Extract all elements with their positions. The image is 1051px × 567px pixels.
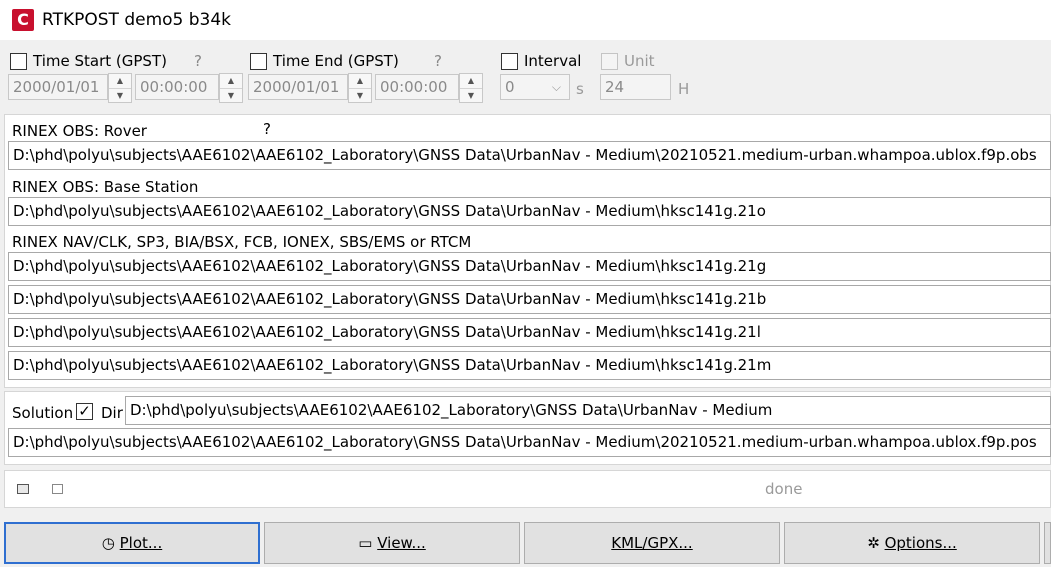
checkmark-icon: ✓ (78, 402, 91, 420)
interval-label: Interval (524, 52, 582, 70)
title-bar: C RTKPOST demo5 b34k (0, 0, 1051, 40)
spin-up-icon[interactable]: ▲ (109, 74, 131, 89)
interval-unit: s (576, 80, 584, 98)
rover-help[interactable]: ? (263, 119, 271, 139)
spin-up-icon[interactable]: ▲ (349, 74, 371, 89)
time-start-checkbox[interactable] (10, 53, 27, 70)
unit-checkbox[interactable] (601, 53, 618, 70)
plot-button[interactable]: ◷ Plot... (4, 522, 260, 564)
nav-path-field-3[interactable]: D:\phd\polyu\subjects\AAE6102\AAE6102_La… (8, 318, 1051, 347)
solution-label: Solution (12, 404, 74, 422)
rover-path-field[interactable]: D:\phd\polyu\subjects\AAE6102\AAE6102_La… (8, 141, 1051, 170)
kml-gpx-button-label: KML/GPX... (611, 534, 693, 552)
plot-button-label: Plot... (119, 534, 163, 552)
plot-icon: ◷ (101, 534, 115, 552)
time-start-help[interactable]: ? (194, 51, 202, 71)
nav-label: RINEX NAV/CLK, SP3, BIA/BSX, FCB, IONEX,… (12, 233, 472, 251)
nav-path-field-2[interactable]: D:\phd\polyu\subjects\AAE6102\AAE6102_La… (8, 285, 1051, 314)
spin-down-icon[interactable]: ▼ (460, 89, 482, 103)
time-start-time-spinner[interactable]: ▲ ▼ (219, 73, 243, 103)
rover-label: RINEX OBS: Rover (12, 122, 147, 140)
abort-icon[interactable] (52, 484, 63, 494)
solution-dir-field[interactable]: D:\phd\polyu\subjects\AAE6102\AAE6102_La… (125, 396, 1051, 425)
interval-checkbox[interactable] (501, 53, 518, 70)
status-message: done (765, 480, 803, 498)
time-start-date-field[interactable]: 2000/01/01 (8, 74, 108, 100)
time-start-label: Time Start (GPST) (33, 52, 167, 70)
time-end-time-spinner[interactable]: ▲ ▼ (459, 73, 483, 103)
unit-field[interactable]: 24 (600, 74, 671, 100)
nav-path-field-4[interactable]: D:\phd\polyu\subjects\AAE6102\AAE6102_La… (8, 351, 1051, 380)
app-icon: C (12, 9, 34, 31)
kml-gpx-button[interactable]: KML/GPX... (524, 522, 780, 564)
nav-path-field-1[interactable]: D:\phd\polyu\subjects\AAE6102\AAE6102_La… (8, 252, 1051, 281)
base-label: RINEX OBS: Base Station (12, 178, 199, 196)
spin-down-icon[interactable]: ▼ (220, 89, 242, 103)
base-path-field[interactable]: D:\phd\polyu\subjects\AAE6102\AAE6102_La… (8, 197, 1051, 226)
time-start-time-field[interactable]: 00:00:00 (135, 74, 219, 100)
time-end-checkbox[interactable] (250, 53, 267, 70)
unit-label: Unit (624, 52, 655, 70)
view-button-label: View... (377, 534, 426, 552)
dir-checkbox[interactable]: ✓ (76, 403, 93, 420)
status-panel (4, 470, 1051, 508)
unit-suffix: H (678, 80, 690, 98)
execute-button-partial[interactable] (1044, 522, 1051, 564)
view-button[interactable]: ▭ View... (264, 522, 520, 564)
solution-output-field[interactable]: D:\phd\polyu\subjects\AAE6102\AAE6102_La… (8, 428, 1051, 457)
time-start-date-spinner[interactable]: ▲ ▼ (108, 73, 132, 103)
message-icon[interactable] (17, 484, 29, 494)
spin-up-icon[interactable]: ▲ (220, 74, 242, 89)
spin-down-icon[interactable]: ▼ (349, 89, 371, 103)
options-button-label: Options... (884, 534, 957, 552)
time-end-time-field[interactable]: 00:00:00 (375, 74, 459, 100)
dir-label: Dir (101, 404, 123, 422)
interval-select[interactable]: 0 ⌵ (500, 74, 570, 100)
spin-up-icon[interactable]: ▲ (460, 74, 482, 89)
spin-down-icon[interactable]: ▼ (109, 89, 131, 103)
interval-value: 0 (505, 78, 515, 96)
view-icon: ▭ (358, 534, 373, 552)
time-end-date-spinner[interactable]: ▲ ▼ (348, 73, 372, 103)
gear-icon: ✲ (867, 534, 880, 552)
time-end-date-field[interactable]: 2000/01/01 (248, 74, 348, 100)
options-button[interactable]: ✲ Options... (784, 522, 1040, 564)
time-end-label: Time End (GPST) (273, 52, 399, 70)
window-title: RTKPOST demo5 b34k (42, 10, 232, 30)
chevron-down-icon: ⌵ (551, 80, 561, 94)
time-end-help[interactable]: ? (434, 51, 442, 71)
